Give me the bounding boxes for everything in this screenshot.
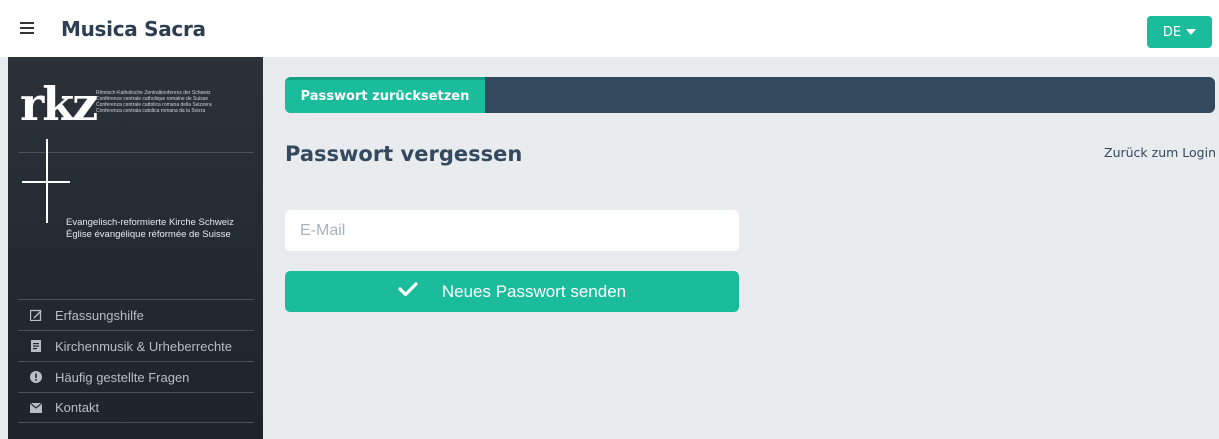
rkz-subtitle: Römisch-Katholische Zentralkonferenz der… bbox=[96, 90, 212, 114]
checkmark-icon bbox=[398, 281, 418, 302]
caret-down-icon bbox=[1186, 29, 1197, 35]
document-icon bbox=[30, 340, 42, 352]
email-field[interactable] bbox=[285, 210, 739, 251]
back-to-login-link[interactable]: Zurück zum Login bbox=[1104, 145, 1216, 160]
page-title: Passwort vergessen bbox=[285, 142, 523, 166]
sidebar-item-kirchenmusik[interactable]: Kirchenmusik & Urheberrechte bbox=[18, 330, 254, 361]
language-label: DE bbox=[1162, 24, 1182, 40]
app-title: Musica Sacra bbox=[61, 17, 206, 41]
edit-icon bbox=[30, 309, 42, 321]
info-icon bbox=[30, 371, 42, 383]
rkz-logo: rkz bbox=[20, 77, 98, 131]
language-dropdown[interactable]: DE bbox=[1147, 16, 1212, 48]
hamburger-menu-icon[interactable] bbox=[20, 22, 34, 34]
sidebar: rkz Römisch-Katholische Zentralkonferenz… bbox=[8, 57, 263, 439]
cross-icon-bar bbox=[22, 181, 70, 183]
sidebar-item-erfassungshilfe[interactable]: Erfassungshilfe bbox=[18, 299, 254, 330]
tab-bar: Passwort zurücksetzen bbox=[285, 77, 1215, 113]
divider bbox=[18, 152, 254, 153]
sidebar-item-faq[interactable]: Häufig gestellte Fragen bbox=[18, 361, 254, 392]
top-bar: Musica Sacra DE bbox=[0, 0, 1219, 57]
envelope-icon bbox=[30, 402, 42, 414]
sidebar-nav: Erfassungshilfe Kirchenmusik & Urheberre… bbox=[18, 299, 254, 423]
send-password-label: Neues Passwort senden bbox=[441, 281, 627, 301]
sidebar-item-kontakt[interactable]: Kontakt bbox=[18, 392, 254, 423]
ref-church-logo-text: Evangelisch-reformierte Kirche Schweiz É… bbox=[66, 217, 234, 240]
send-password-button[interactable]: Neues Passwort senden bbox=[285, 271, 739, 312]
tab-passwort-zuruecksetzen[interactable]: Passwort zurücksetzen bbox=[285, 77, 485, 113]
